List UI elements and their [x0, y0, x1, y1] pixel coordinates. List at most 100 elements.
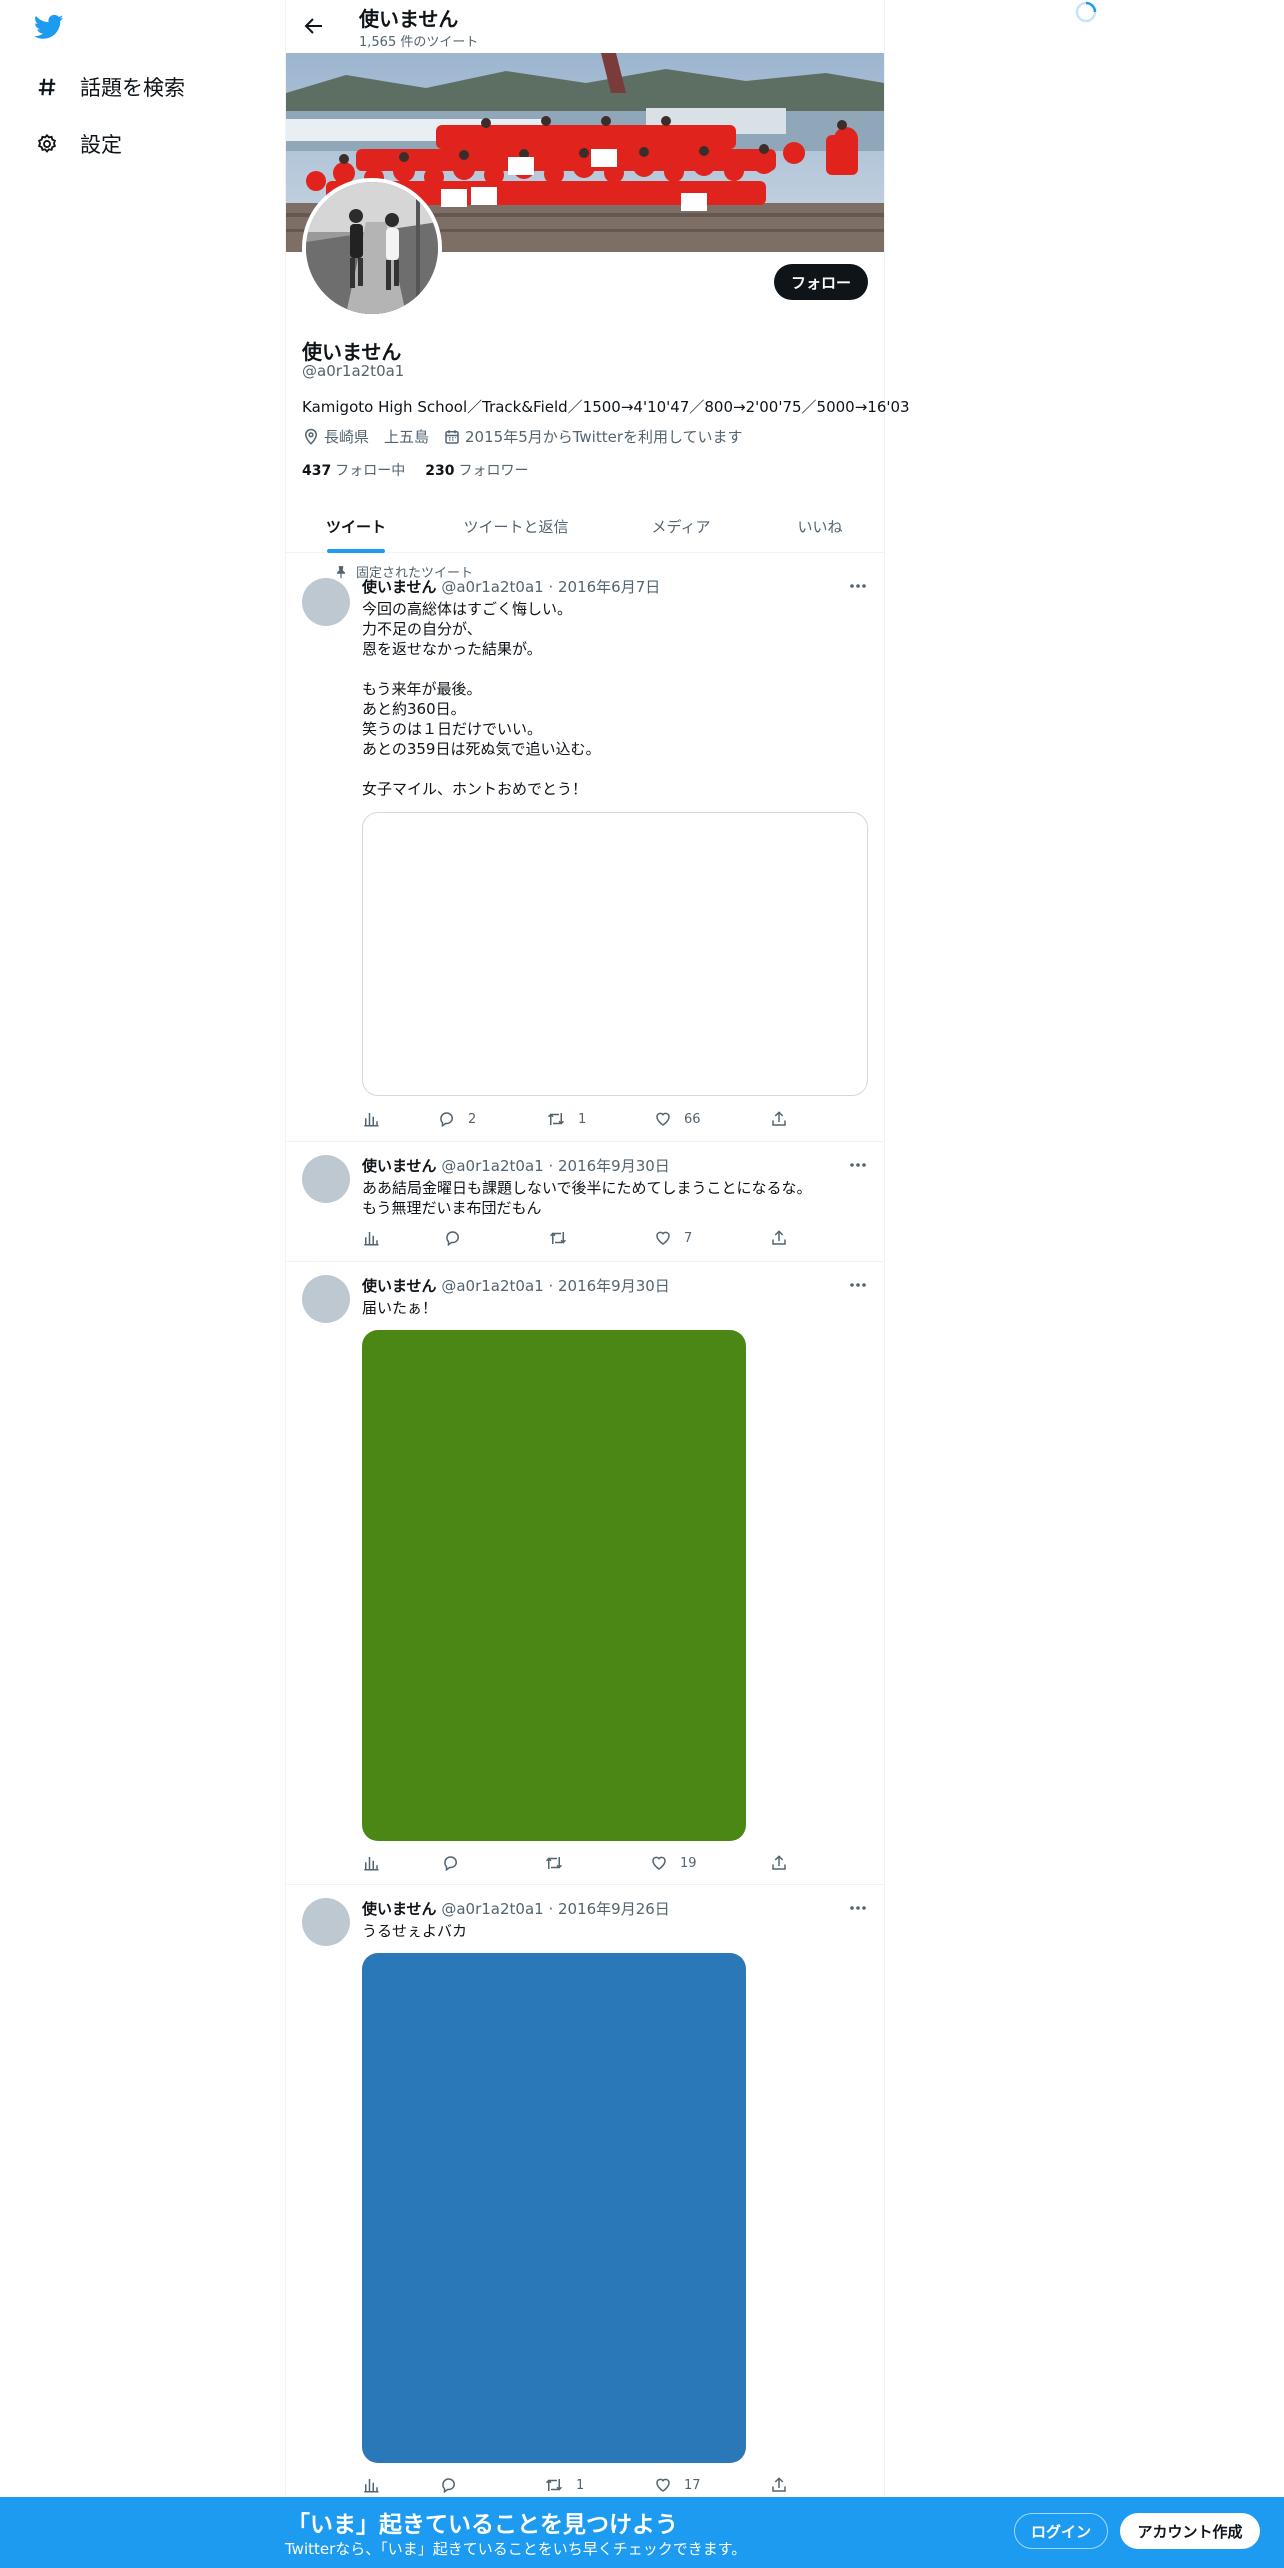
avatar[interactable]: [302, 1155, 350, 1203]
retweet-button[interactable]: [544, 1854, 564, 1872]
like-count: 19: [680, 1855, 697, 1871]
tweet-header: 使いません @a0r1a2t0a1 · 2016年6月7日: [362, 576, 660, 597]
retweet-icon: [545, 2479, 563, 2491]
more-options-icon[interactable]: [848, 1275, 868, 1295]
share-icon[interactable]: [770, 1854, 788, 1872]
followers-count: 230: [425, 463, 455, 479]
tweet-item[interactable]: 固定されたツイート 使いません @a0r1a2t0a1 · 2016年6月7日 …: [286, 554, 884, 1142]
reply-icon: [442, 2478, 456, 2494]
more-options-icon[interactable]: [848, 576, 868, 596]
tab-tweets-label: ツイート: [325, 518, 386, 536]
profile-location-text: 長崎県 上五島: [324, 428, 430, 446]
like-button[interactable]: 17: [654, 2476, 701, 2494]
follow-button[interactable]: フォロー: [774, 264, 868, 300]
profile-tabs: ツイート ツイートと返信 メディア いいね: [286, 500, 884, 553]
analytics-icon[interactable]: [362, 1229, 380, 1247]
following-link[interactable]: 437 フォロー中: [302, 460, 405, 480]
heart-icon: [652, 1856, 666, 1870]
analytics-icon[interactable]: [362, 1854, 380, 1872]
more-options-icon[interactable]: [848, 1155, 868, 1175]
tweet-photo[interactable]: [362, 1330, 746, 1841]
retweet-icon: [549, 1232, 567, 1244]
tab-tweets-and-replies-label: ツイートと返信: [463, 518, 569, 536]
tweet-handle-date[interactable]: @a0r1a2t0a1 · 2016年9月30日: [441, 1277, 669, 1295]
avatar[interactable]: [302, 1275, 350, 1323]
tweet-text: 届いたぁ！: [362, 1299, 438, 1317]
tweet-text: うるせぇよバカ: [362, 1922, 468, 1940]
twitter-bird-icon[interactable]: [32, 12, 66, 42]
tweet-header: 使いません @a0r1a2t0a1 · 2016年9月26日: [362, 1898, 670, 1919]
profile-joined: 2015年5月からTwitterを利用しています: [443, 426, 743, 447]
like-button[interactable]: 19: [650, 1854, 697, 1872]
tweet-header: 使いません @a0r1a2t0a1 · 2016年9月30日: [362, 1155, 670, 1176]
analytics-icon[interactable]: [362, 1110, 380, 1128]
profile-stats: 437 フォロー中 230 フォロワー: [302, 460, 548, 480]
tweet-author-name[interactable]: 使いません: [362, 578, 437, 596]
heart-icon: [656, 2478, 670, 2492]
tweet-author-name[interactable]: 使いません: [362, 1277, 437, 1295]
reply-button[interactable]: [442, 1854, 460, 1872]
followers-link[interactable]: 230 フォロワー: [425, 460, 528, 480]
tab-media[interactable]: メディア: [606, 500, 756, 553]
retweet-button[interactable]: 1: [546, 1110, 586, 1128]
profile-avatar[interactable]: [302, 178, 442, 318]
followers-label: フォロワー: [458, 463, 529, 479]
profile-location: 長崎県 上五島: [302, 426, 429, 447]
more-options-icon[interactable]: [848, 1898, 868, 1918]
location-pin-icon: [304, 428, 318, 445]
reply-button[interactable]: [440, 2476, 458, 2494]
share-icon[interactable]: [770, 1229, 788, 1247]
profile-meta: 長崎県 上五島 2015年5月からTwitterを利用しています: [302, 426, 757, 447]
pin-icon: [336, 565, 346, 578]
tab-tweets-and-replies[interactable]: ツイートと返信: [426, 500, 606, 553]
like-button[interactable]: 7: [654, 1229, 692, 1247]
tweet-author-name[interactable]: 使いません: [362, 1900, 437, 1918]
tab-tweets[interactable]: ツイート: [286, 500, 426, 553]
heart-icon: [656, 1231, 670, 1245]
tab-media-label: メディア: [651, 518, 711, 536]
tab-likes-label: いいね: [797, 518, 843, 536]
following-label: フォロー中: [335, 463, 406, 479]
tweet-text: 今回の高総体はすごく悔しい。 力不足の自分が、 恩を返せなかった結果が。 もう来…: [362, 600, 601, 798]
tweet-item[interactable]: 使いません @a0r1a2t0a1 · 2016年9月26日 うるせぇよバカ 1…: [286, 1886, 884, 2526]
like-button[interactable]: 66: [654, 1110, 701, 1128]
heart-icon: [656, 1112, 670, 1126]
tweet-handle-date[interactable]: @a0r1a2t0a1 · 2016年9月30日: [441, 1157, 669, 1175]
signup-banner-title: 「いま」起きていることを見つけよう: [287, 2512, 678, 2538]
profile-header: 使いません 1,565 件のツイート: [286, 0, 884, 53]
analytics-icon[interactable]: [362, 2476, 380, 2494]
retweet-icon: [545, 1857, 563, 1869]
profile-bio: Kamigoto High School／Track&Field／1500→4'…: [302, 398, 910, 416]
tweet-handle-date[interactable]: @a0r1a2t0a1 · 2016年6月7日: [441, 578, 660, 596]
create-account-button[interactable]: アカウント作成: [1120, 2513, 1260, 2549]
nav-explore[interactable]: 話題を検索: [36, 67, 185, 107]
profile-handle: @a0r1a2t0a1: [302, 362, 405, 380]
tweet-author-name[interactable]: 使いません: [362, 1157, 437, 1175]
avatar[interactable]: [302, 578, 350, 626]
left-nav: 話題を検索 設定: [0, 0, 285, 2568]
retweet-button[interactable]: 1: [544, 2476, 584, 2494]
reply-button[interactable]: 2: [438, 1110, 476, 1128]
nav-settings[interactable]: 設定: [36, 124, 122, 164]
active-tab-indicator: [327, 549, 385, 553]
signup-banner-subtitle: Twitterなら、「いま」起きていることをいち早くチェックできます。: [285, 2540, 747, 2558]
back-arrow-icon[interactable]: [302, 14, 326, 38]
tweet-photo[interactable]: [362, 1953, 746, 2463]
login-button[interactable]: ログイン: [1014, 2513, 1108, 2549]
link-card[interactable]: [362, 812, 868, 1096]
share-icon[interactable]: [770, 2476, 788, 2494]
tweet-item[interactable]: 使いません @a0r1a2t0a1 · 2016年9月30日 届いたぁ！ 19: [286, 1263, 884, 1885]
signup-banner: 「いま」起きていることを見つけよう Twitterなら、「いま」起きていることを…: [0, 2497, 1284, 2568]
tweet-item[interactable]: 使いません @a0r1a2t0a1 · 2016年9月30日 ああ結局金曜日も課…: [286, 1143, 884, 1262]
gear-icon: [36, 133, 58, 155]
tweet-handle-date[interactable]: @a0r1a2t0a1 · 2016年9月26日: [441, 1900, 669, 1918]
retweet-button[interactable]: [548, 1229, 568, 1247]
tab-likes[interactable]: いいね: [756, 500, 884, 553]
like-count: 7: [684, 1230, 693, 1246]
following-count: 437: [302, 463, 332, 479]
avatar[interactable]: [302, 1898, 350, 1946]
reply-button[interactable]: [444, 1229, 462, 1247]
tweet-actions: 1 17: [362, 2476, 787, 2496]
share-icon[interactable]: [770, 1110, 788, 1128]
retweet-icon: [547, 1113, 565, 1125]
